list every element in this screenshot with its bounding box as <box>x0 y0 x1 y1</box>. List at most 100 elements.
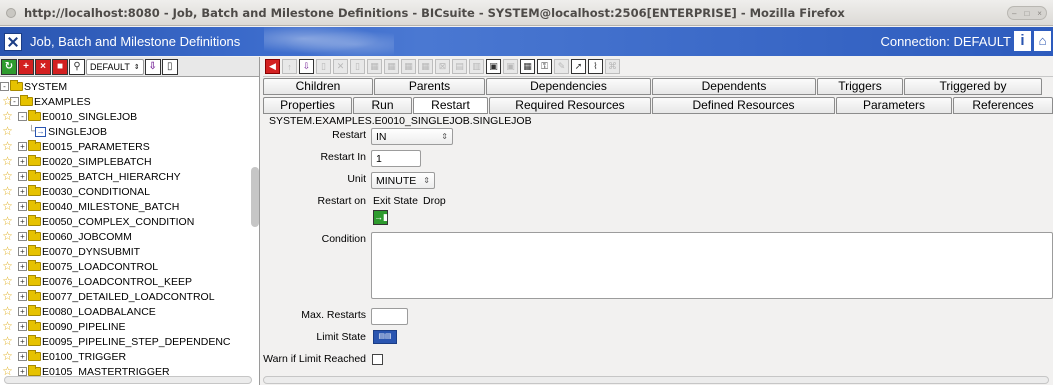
folder-icon <box>28 335 41 346</box>
expand-icon[interactable]: + <box>18 172 27 181</box>
tree-item[interactable]: ☆ + E0070_DYNSUBMIT <box>0 244 259 259</box>
tree-item[interactable]: ☆ + E0040_MILESTONE_BATCH <box>0 199 259 214</box>
download-icon[interactable]: ⇩ <box>299 59 314 74</box>
expand-icon[interactable]: + <box>18 292 27 301</box>
expand-icon[interactable]: + <box>18 247 27 256</box>
restart-select[interactable]: IN ⇕ <box>371 128 453 145</box>
tree-item[interactable]: ☆ - EXAMPLES <box>0 94 259 109</box>
graph-icon[interactable]: ⌇ <box>588 59 603 74</box>
tree-item[interactable]: ☆ + E0075_LOADCONTROL <box>0 259 259 274</box>
star-icon: ☆ <box>2 244 13 258</box>
run-icon[interactable]: ➚ <box>571 59 586 74</box>
home-button[interactable]: ⌂ <box>1034 31 1051 51</box>
restart-in-label: Restart In <box>320 151 366 163</box>
tree-item[interactable]: ☆ + E0050_COMPLEX_CONDITION <box>0 214 259 229</box>
folder-icon <box>28 230 41 241</box>
expand-icon[interactable]: + <box>18 337 27 346</box>
tree-item-label: E0060_JOBCOMM <box>42 230 132 243</box>
restart-label: Restart <box>332 129 366 141</box>
tree-item[interactable]: ☆ + E0100_TRIGGER <box>0 349 259 364</box>
tab-dependents[interactable]: Dependents <box>652 78 816 95</box>
tree-item[interactable]: ☆ └ → SINGLEJOB <box>0 124 259 139</box>
window-controls[interactable]: – □ × <box>1007 6 1047 20</box>
folder-icon <box>28 185 41 196</box>
exit-state-header: Exit State <box>373 195 418 207</box>
expand-icon[interactable]: + <box>18 307 27 316</box>
expand-icon[interactable]: + <box>18 262 27 271</box>
expand-icon[interactable]: + <box>18 157 27 166</box>
collapse-icon[interactable]: - <box>0 82 9 91</box>
tab-parameters[interactable]: Parameters <box>836 97 952 114</box>
maximize-icon[interactable]: □ <box>1024 9 1029 18</box>
star-icon: ☆ <box>2 274 13 288</box>
detail-horizontal-scrollbar[interactable] <box>263 376 1049 384</box>
document-icon[interactable]: ▯ <box>161 58 178 75</box>
add-exit-state-icon[interactable]: →▮ <box>373 210 388 225</box>
folder-icon <box>28 200 41 211</box>
tab-children[interactable]: Children <box>263 78 373 95</box>
expand-icon[interactable]: + <box>18 322 27 331</box>
refresh-icon[interactable]: ↻ <box>1 58 17 75</box>
expand-icon[interactable]: + <box>18 277 27 286</box>
app-logo-icon <box>4 32 22 51</box>
tree-item[interactable]: ☆ + E0090_PIPELINE <box>0 319 259 334</box>
max-restarts-input[interactable] <box>371 308 408 325</box>
tab-run[interactable]: Run <box>353 97 412 114</box>
tab-restart[interactable]: Restart <box>413 97 488 114</box>
condition-textarea[interactable] <box>371 232 1053 299</box>
back-icon[interactable]: ◀ <box>265 59 280 74</box>
save-icon[interactable]: ▣ <box>486 59 501 74</box>
lock-icon[interactable]: ■ <box>52 58 68 75</box>
tree-item[interactable]: ☆ + E0020_SIMPLEBATCH <box>0 154 259 169</box>
expand-icon[interactable]: + <box>18 187 27 196</box>
expand-icon[interactable]: + <box>18 142 27 151</box>
window-menu-icon[interactable] <box>6 7 16 18</box>
tree-horizontal-scrollbar[interactable] <box>4 376 252 384</box>
minimize-icon[interactable]: – <box>1012 9 1016 18</box>
tree-vertical-scrollbar[interactable] <box>251 167 259 227</box>
calendar-icon[interactable]: ▦ <box>520 59 535 74</box>
folder-icon <box>28 290 41 301</box>
key-icon[interactable]: ⚿ <box>537 59 552 74</box>
tree-item[interactable]: ☆ + E0080_LOADBALANCE <box>0 304 259 319</box>
tree-item-label: E0080_LOADBALANCE <box>42 305 156 318</box>
tree-item[interactable]: ☆ + E0077_DETAILED_LOADCONTROL <box>0 289 259 304</box>
tab-defined-resources[interactable]: Defined Resources <box>652 97 835 114</box>
tab-properties[interactable]: Properties <box>263 97 352 114</box>
tab-required-resources[interactable]: Required Resources <box>489 97 651 114</box>
tree-item[interactable]: ☆ - E0010_SINGLEJOB <box>0 109 259 124</box>
condition-label: Condition <box>321 233 366 245</box>
submit-icon: ▣ <box>503 59 518 74</box>
tab-parents[interactable]: Parents <box>374 78 485 95</box>
expand-icon[interactable]: + <box>18 217 27 226</box>
tree-item[interactable]: ☆ + E0025_BATCH_HIERARCHY <box>0 169 259 184</box>
expand-icon[interactable]: + <box>18 367 27 376</box>
expand-icon[interactable]: + <box>18 232 27 241</box>
tab-triggered-by[interactable]: Triggered by <box>904 78 1042 95</box>
tree-item[interactable]: ☆ + E0030_CONDITIONAL <box>0 184 259 199</box>
warn-limit-checkbox[interactable] <box>372 354 383 365</box>
new-icon[interactable]: + <box>18 58 34 75</box>
delete-icon[interactable]: × <box>35 58 51 75</box>
download-icon[interactable]: ⇩ <box>144 58 161 75</box>
tree-item[interactable]: ☆ + E0095_PIPELINE_STEP_DEPENDENC <box>0 334 259 349</box>
tree-item[interactable]: ☆ + E0015_PARAMETERS <box>0 139 259 154</box>
expand-icon[interactable]: + <box>18 202 27 211</box>
restart-in-input[interactable]: 1 <box>371 150 421 167</box>
search-icon[interactable]: ⚲ <box>69 58 85 75</box>
tree-item[interactable]: ☆ + E0076_LOADCONTROL_KEEP <box>0 274 259 289</box>
tab-references[interactable]: References <box>953 97 1053 114</box>
limit-state-selector-icon[interactable]: ▤▤ <box>373 330 397 344</box>
close-icon[interactable]: × <box>1037 9 1042 18</box>
star-icon: ☆ <box>2 259 13 273</box>
tab-dependencies[interactable]: Dependencies <box>486 78 651 95</box>
folder-tree: - SYSTEM ☆ - EXAMPLES ☆ - E0010_SINGLEJOB ☆ └ → SIN… <box>0 77 259 379</box>
collapse-icon[interactable]: - <box>18 112 27 121</box>
info-button[interactable]: i <box>1014 31 1031 51</box>
scope-selector[interactable]: DEFAULT ⇕ <box>86 58 144 75</box>
tree-item[interactable]: ☆ + E0060_JOBCOMM <box>0 229 259 244</box>
tab-triggers[interactable]: Triggers <box>817 78 903 95</box>
unit-select[interactable]: MINUTE ⇕ <box>371 172 435 189</box>
expand-icon[interactable]: + <box>18 352 27 361</box>
tree-item[interactable]: - SYSTEM <box>0 79 259 94</box>
